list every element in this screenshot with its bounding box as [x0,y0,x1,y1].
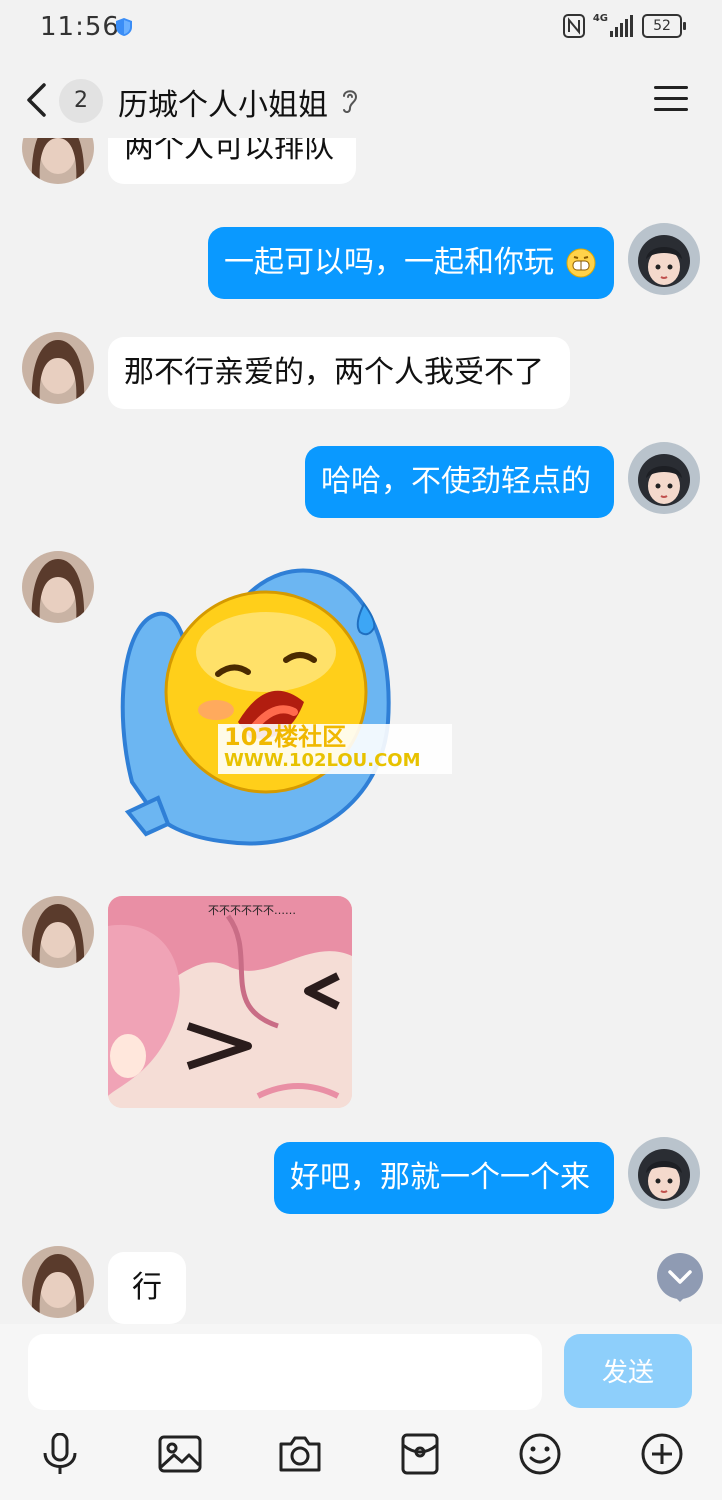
composer: 发送 [0,1324,722,1500]
anime-girl-image [108,896,352,1108]
scroll-to-bottom-button[interactable] [656,1252,704,1302]
red-packet-button[interactable] [390,1424,450,1484]
message-bubble-outgoing[interactable]: 一起可以吗，一起和你玩 [208,227,614,299]
send-button[interactable]: 发送 [564,1334,692,1408]
my-avatar[interactable] [628,1137,700,1209]
menu-icon[interactable] [654,84,688,114]
red-packet-icon [401,1433,439,1475]
my-avatar[interactable] [628,223,700,295]
contact-avatar[interactable] [22,332,94,404]
image-caption: 不不不不不不…… [208,904,296,917]
contact-avatar[interactable] [22,896,94,968]
message-list[interactable]: 两个人可以排队 一起可以吗，一起和你玩 那不行亲爱的，两个人我受不了 哈哈，不使… [0,138,722,1324]
emoji-button[interactable] [510,1424,570,1484]
crying-emoji-sticker [120,568,391,846]
microphone-icon [43,1433,77,1474]
contact-avatar[interactable] [22,138,94,184]
message-bubble-incoming[interactable]: 那不行亲爱的，两个人我受不了 [108,337,570,409]
chat-header: 2 历城个人小姐姐 [0,64,722,138]
back-arrow-icon[interactable] [24,82,50,118]
sticker-watermark: 102楼社区 WWW.102LOU.COM [218,724,452,774]
camera-icon [279,1436,321,1472]
battery-icon: 52 [642,14,686,38]
signal-icon [610,15,633,37]
status-bar: 11:56 4G 52 [0,0,722,56]
nfc-icon [562,14,585,38]
battery-level: 52 [653,18,671,34]
more-button[interactable] [632,1424,692,1484]
ear-icon[interactable] [340,86,360,116]
watermark-title: 102楼社区 [224,723,347,751]
chat-title[interactable]: 历城个人小姐姐 [118,80,328,124]
sticker-message[interactable]: 102楼社区 WWW.102LOU.COM [118,562,458,852]
network-type: 4G [592,12,608,24]
image-icon [158,1435,202,1473]
my-avatar[interactable] [628,442,700,514]
watermark-url: WWW.102LOU.COM [224,750,421,771]
image-message[interactable]: 不不不不不不…… [108,896,352,1108]
unread-count-badge[interactable]: 2 [59,79,103,123]
input-toolbar [0,1424,722,1484]
message-bubble-incoming[interactable]: 两个人可以排队 [108,138,356,184]
status-time: 11:56 [40,12,120,42]
message-bubble-outgoing[interactable]: 哈哈，不使劲轻点的 [305,446,614,518]
contact-avatar[interactable] [22,551,94,623]
plus-icon [641,1433,683,1475]
message-input[interactable] [28,1334,542,1410]
voice-button[interactable] [30,1424,90,1484]
message-bubble-incoming[interactable]: 行 [108,1252,186,1324]
message-text: 一起可以吗，一起和你玩 [224,245,554,280]
image-button[interactable] [150,1424,210,1484]
shield-icon [116,18,132,36]
grinning-emoji-icon [566,248,596,278]
contact-avatar[interactable] [22,1246,94,1318]
message-bubble-outgoing[interactable]: 好吧，那就一个一个来 [274,1142,614,1214]
emoji-icon [519,1433,561,1475]
camera-button[interactable] [270,1424,330,1484]
